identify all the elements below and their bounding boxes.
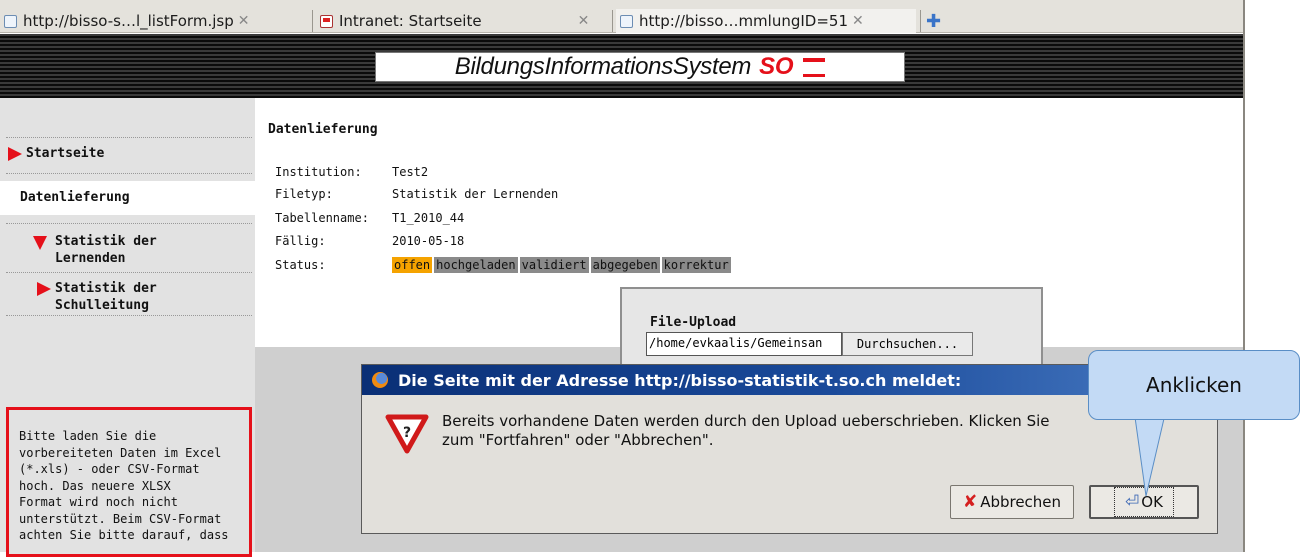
new-tab-button[interactable]: ✚ [926,9,950,33]
dialog-title: Die Seite mit der Adresse http://bisso-s… [398,370,962,390]
tab-label: http://bisso…mmlungID=51 [639,12,849,30]
site-title-text: BildungsInformationsSystem [454,53,752,80]
svg-text:?: ? [403,425,411,441]
sidebar-item-datenlieferung[interactable]: Datenlieferung [20,190,130,205]
browse-button[interactable]: Durchsuchen... [842,332,973,356]
arrow-right-icon [37,282,51,296]
cancel-button[interactable]: ✘ Abbrechen [950,485,1074,519]
close-icon[interactable]: ✕ [238,13,250,29]
info-line: hoch. Das neuere XLSX [19,478,171,493]
arrow-down-icon [33,236,47,250]
site-title: BildungsInformationsSystem SO [375,52,905,82]
sidebar-item-label: Lernenden [55,251,126,266]
sidebar-item-label: Statistik der [55,234,157,249]
sidebar-item-statistik-schulleitung[interactable]: Statistik der Schulleitung [37,280,157,314]
tab-separator [612,10,613,32]
arrow-right-icon [8,146,22,161]
info-line: vorbereiteten Daten im Excel [19,445,222,460]
sidebar-item-statistik-lernende[interactable]: Statistik der Lernenden [33,233,157,267]
intranet-favicon-icon [320,14,333,28]
callout-bubble: Anklicken [1088,350,1300,420]
tab-active[interactable]: http://bisso…mmlungID=51 ✕ [616,9,916,33]
upload-info-box: Bitte laden Sie die vorbereiteten Daten … [6,407,252,557]
upload-heading: File-Upload [650,315,737,330]
field-label: Filetyp: [275,187,333,201]
file-path-input[interactable]: /home/evkaalis/Gemeinsan [646,332,842,356]
window-border [1243,0,1245,552]
field-label: Institution: [275,165,362,179]
status-badge: hochgeladen [434,257,518,273]
info-line: (*.xls) - oder CSV-Format [19,462,200,476]
divider [6,272,252,273]
callout-pointer [1133,410,1167,497]
close-icon[interactable]: ✕ [852,13,864,29]
status-badge: korrektur [661,257,731,273]
status-badge: validiert [519,257,589,273]
field-label: Status: [275,258,326,272]
warning-icon: ? [385,414,429,454]
cancel-label: Abbrechen [980,493,1062,511]
divider [6,223,252,224]
field-label: Tabellenname: [275,211,369,225]
info-line: Bitte laden Sie die [19,429,157,443]
field-value: T1_2010_44 [392,211,465,225]
sidebar-item-label: Statistik der [55,281,157,296]
cancel-icon: ✘ [962,492,978,512]
tab-label: Intranet: Startseite [339,12,482,30]
divider [6,315,252,316]
firefox-icon [372,372,388,388]
info-line: achten Sie bitte darauf, dass [19,528,229,542]
tab-separator [312,10,313,32]
sidebar-item-startseite[interactable]: Startseite [8,146,104,161]
tab-list-form[interactable]: http://bisso-s…l_listForm.jsp ✕ [0,9,308,33]
info-line: unterstützt. Beim CSV-Format [19,511,222,526]
divider [6,173,252,174]
site-title-so: SO [759,53,794,80]
page-icon [4,14,17,28]
tab-intranet[interactable]: Intranet: Startseite ✕ [316,9,612,33]
tab-label: http://bisso-s…l_listForm.jsp [23,12,234,30]
divider [6,137,252,138]
page-title: Datenlieferung [268,122,378,137]
status-track: offen hochgeladen validiert abgegeben korrek… [392,257,733,273]
sidebar-item-label: Startseite [26,146,105,161]
canton-logo-icon [803,57,826,77]
window-margin [1245,0,1302,552]
tab-separator [920,10,921,32]
field-value: Test2 [392,165,429,179]
field-value: 2010-05-18 [392,234,465,248]
field-value: Statistik der Lernenden [392,187,559,201]
field-label: Fällig: [275,234,326,248]
close-icon[interactable]: ✕ [578,13,590,29]
status-badge: offen [392,257,433,273]
info-line: Format wird noch nicht [19,495,178,509]
dialog-message-line: zum "Fortfahren" oder "Abbrechen". [442,431,714,449]
status-badge: abgegeben [590,257,660,273]
sidebar-item-label: Schulleitung [55,298,149,313]
page-icon [620,14,633,28]
